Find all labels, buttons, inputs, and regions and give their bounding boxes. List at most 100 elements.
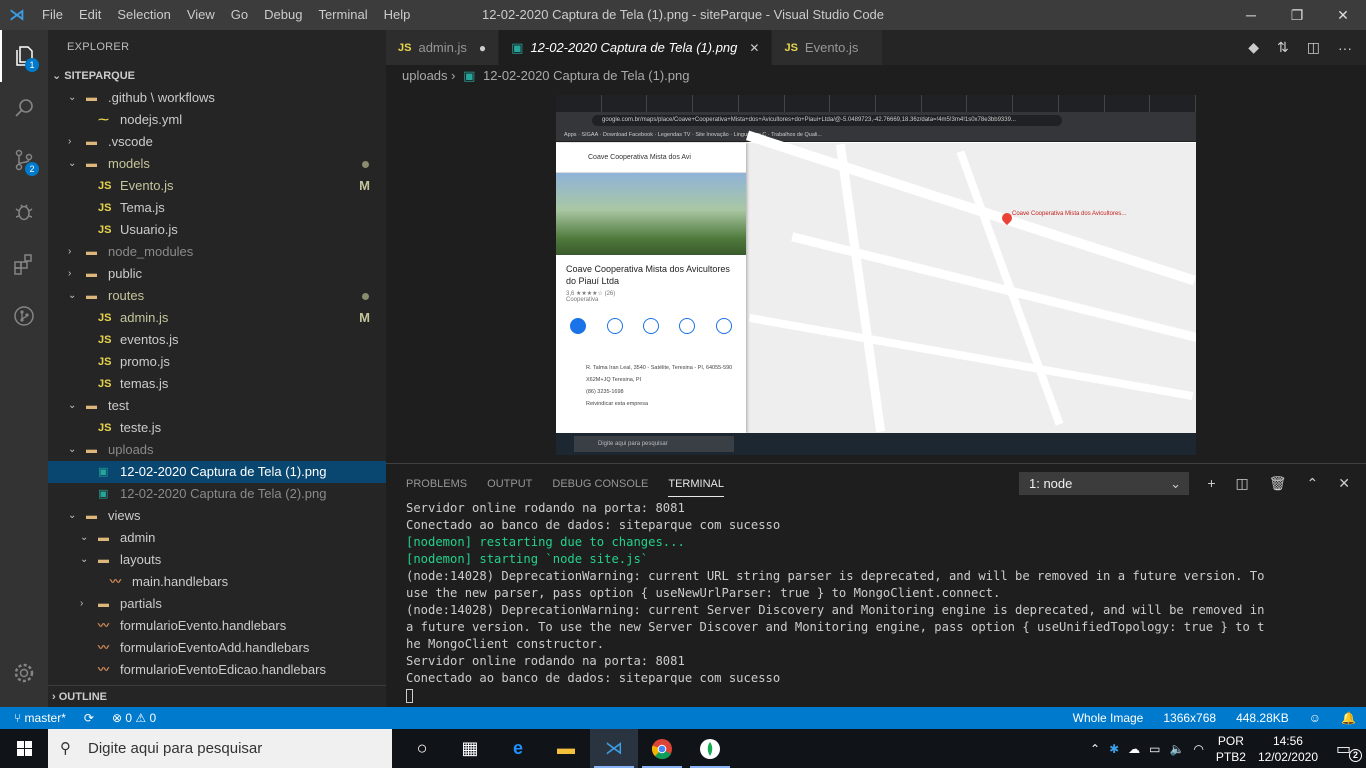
split-icon[interactable]: ◫ bbox=[1236, 472, 1249, 495]
minimize-icon[interactable]: ─ bbox=[1228, 0, 1274, 30]
tree-folder[interactable]: › ▬ .vscode bbox=[48, 131, 386, 153]
tree-file[interactable]: 〰 formularioEventoAdd.handlebars bbox=[48, 637, 386, 659]
menu-item-selection[interactable]: Selection bbox=[109, 0, 178, 30]
tree-file[interactable]: JS teste.js bbox=[48, 417, 386, 439]
project-root[interactable]: ⌄ SITEPARQUE bbox=[48, 65, 386, 87]
tree-folder[interactable]: ⌄ ▬ test bbox=[48, 395, 386, 417]
chrome-icon[interactable] bbox=[638, 729, 686, 768]
notification-icon[interactable]: ▭ 2 bbox=[1336, 739, 1366, 762]
gear-icon[interactable] bbox=[0, 647, 48, 699]
compare-icon[interactable]: ◆ bbox=[1248, 39, 1259, 56]
bluetooth-icon[interactable]: ✱ bbox=[1109, 742, 1119, 756]
mongodb-icon[interactable] bbox=[686, 729, 734, 768]
close-icon[interactable]: ✕ bbox=[1338, 472, 1350, 495]
tree-item-label: admin.js bbox=[120, 310, 169, 325]
timeline-icon[interactable]: ▦ bbox=[446, 729, 494, 768]
terminal-output[interactable]: Servidor online rodando na porta: 8081 Co… bbox=[406, 500, 1266, 704]
tab-js[interactable]: JS Evento.js bbox=[772, 30, 884, 65]
tree-folder[interactable]: ⌄ ▬ views bbox=[48, 505, 386, 527]
tree-file[interactable]: JS Usuario.js bbox=[48, 219, 386, 241]
split-editor-icon[interactable]: ◫ bbox=[1307, 39, 1320, 56]
tree-file[interactable]: 〰 formularioEventoEdicao.handlebars bbox=[48, 659, 386, 681]
tree-file[interactable]: JS Evento.js M bbox=[48, 175, 386, 197]
vscode-icon[interactable]: ⋊ bbox=[590, 729, 638, 768]
task-view-icon[interactable]: ○ bbox=[398, 729, 446, 768]
tree-file[interactable]: JS temas.js bbox=[48, 373, 386, 395]
open-changes-icon[interactable]: ⇅ bbox=[1277, 39, 1289, 56]
image-zoom[interactable]: Whole Image bbox=[1073, 707, 1144, 729]
start-button[interactable] bbox=[0, 729, 48, 768]
restore-icon[interactable]: ❐ bbox=[1274, 0, 1320, 30]
clock[interactable]: 14:56 12/02/2020 bbox=[1258, 733, 1318, 765]
menu-item-go[interactable]: Go bbox=[223, 0, 256, 30]
tab-js[interactable]: JS admin.js ● bbox=[386, 30, 500, 65]
sync-icon[interactable]: ⟳ bbox=[84, 707, 94, 729]
source-control-icon[interactable]: 2 bbox=[0, 134, 48, 186]
tree-folder[interactable]: ⌄ ▬ models bbox=[48, 153, 386, 175]
chevron-up-icon[interactable]: ⌃ bbox=[1090, 742, 1100, 756]
tree-file[interactable]: 〰 formularioEvento.handlebars bbox=[48, 615, 386, 637]
tree-file[interactable]: JS Tema.js bbox=[48, 197, 386, 219]
tree-folder[interactable]: ⌄ ▬ admin bbox=[48, 527, 386, 549]
tree-folder[interactable]: › ▬ partials bbox=[48, 593, 386, 615]
tree-file[interactable]: ▣ 12-02-2020 Captura de Tela (2).png bbox=[48, 483, 386, 505]
tab-img[interactable]: ▣ 12-02-2020 Captura de Tela (1).png ✕ bbox=[499, 30, 773, 65]
tree-item-label: test bbox=[108, 398, 129, 413]
close-icon[interactable]: ✕ bbox=[749, 41, 759, 55]
maximize-icon[interactable]: ⌃ bbox=[1307, 472, 1319, 495]
outline-section[interactable]: › OUTLINE bbox=[48, 685, 386, 707]
bell-icon[interactable]: 🔔 bbox=[1341, 707, 1356, 729]
edge-icon[interactable]: e bbox=[494, 729, 542, 768]
file-explorer-icon[interactable]: ▬ bbox=[542, 729, 590, 768]
tree-folder[interactable]: ⌄ ▬ layouts bbox=[48, 549, 386, 571]
menu-item-debug[interactable]: Debug bbox=[256, 0, 310, 30]
search-icon: ⚲ bbox=[60, 740, 71, 757]
search-icon[interactable] bbox=[0, 82, 48, 134]
breadcrumb-file[interactable]: 12-02-2020 Captura de Tela (1).png bbox=[483, 68, 689, 83]
volume-icon[interactable]: 🔈 bbox=[1169, 742, 1184, 756]
terminal-selector[interactable]: 1: node ⌄ bbox=[1019, 472, 1189, 495]
language-indicator[interactable]: POR PTB2 bbox=[1216, 733, 1246, 765]
git-graph-icon[interactable] bbox=[0, 290, 48, 342]
tree-folder[interactable]: ⌄ ▬ uploads bbox=[48, 439, 386, 461]
image-preview[interactable]: google.com.br/maps/place/Coave+Cooperati… bbox=[556, 95, 1196, 455]
tree-folder[interactable]: ⌄ ▬ .github \ workflows bbox=[48, 87, 386, 109]
menu-item-edit[interactable]: Edit bbox=[71, 0, 109, 30]
feedback-icon[interactable]: ☺ bbox=[1309, 707, 1321, 729]
tree-item-label: models bbox=[108, 156, 150, 171]
debug-icon[interactable] bbox=[0, 186, 48, 238]
tree-file[interactable]: JS admin.js M bbox=[48, 307, 386, 329]
panel-tab-output[interactable]: OUTPUT bbox=[487, 472, 532, 496]
breadcrumb-folder[interactable]: uploads bbox=[402, 68, 448, 83]
menu-item-help[interactable]: Help bbox=[376, 0, 419, 30]
more-icon[interactable]: ··· bbox=[1338, 40, 1352, 56]
menu-item-view[interactable]: View bbox=[179, 0, 223, 30]
tree-file[interactable]: ▣ 12-02-2020 Captura de Tela (1).png bbox=[48, 461, 386, 483]
menu-item-terminal[interactable]: Terminal bbox=[310, 0, 375, 30]
cloud-icon[interactable]: ☁ bbox=[1128, 742, 1140, 756]
panel-tab-terminal[interactable]: TERMINAL bbox=[668, 472, 724, 497]
extensions-icon[interactable] bbox=[0, 238, 48, 290]
panel-tab-debug-console[interactable]: DEBUG CONSOLE bbox=[552, 472, 648, 496]
tree-folder[interactable]: › ▬ node_modules bbox=[48, 241, 386, 263]
explorer-icon[interactable]: 1 bbox=[0, 30, 48, 82]
add-icon[interactable]: + bbox=[1207, 472, 1215, 495]
tree-folder[interactable]: › ▬ public bbox=[48, 263, 386, 285]
battery-icon[interactable]: ▭ bbox=[1149, 742, 1160, 756]
vscode-logo-icon: ⋊ bbox=[9, 7, 25, 24]
tree-file[interactable]: JS eventos.js bbox=[48, 329, 386, 351]
trash-icon[interactable]: 🗑 bbox=[1269, 472, 1287, 495]
tree-file[interactable]: ⁓ nodejs.yml bbox=[48, 109, 386, 131]
branch-indicator[interactable]: ⑂ master* bbox=[14, 707, 66, 729]
taskbar-search[interactable]: ⚲ Digite aqui para pesquisar bbox=[48, 729, 392, 768]
tree-file[interactable]: JS promo.js bbox=[48, 351, 386, 373]
dirty-dot-icon[interactable]: ● bbox=[479, 41, 486, 55]
chevron-right-icon: › bbox=[68, 268, 72, 279]
menu-item-file[interactable]: File bbox=[34, 0, 71, 30]
panel-tab-problems[interactable]: PROBLEMS bbox=[406, 472, 467, 496]
wifi-icon[interactable]: ◠ bbox=[1193, 742, 1203, 756]
problems-indicator[interactable]: ⊗ 0 ⚠ 0 bbox=[112, 707, 156, 729]
close-icon[interactable]: ✕ bbox=[1320, 0, 1366, 30]
tree-folder[interactable]: ⌄ ▬ routes bbox=[48, 285, 386, 307]
tree-file[interactable]: 〰 main.handlebars bbox=[48, 571, 386, 593]
